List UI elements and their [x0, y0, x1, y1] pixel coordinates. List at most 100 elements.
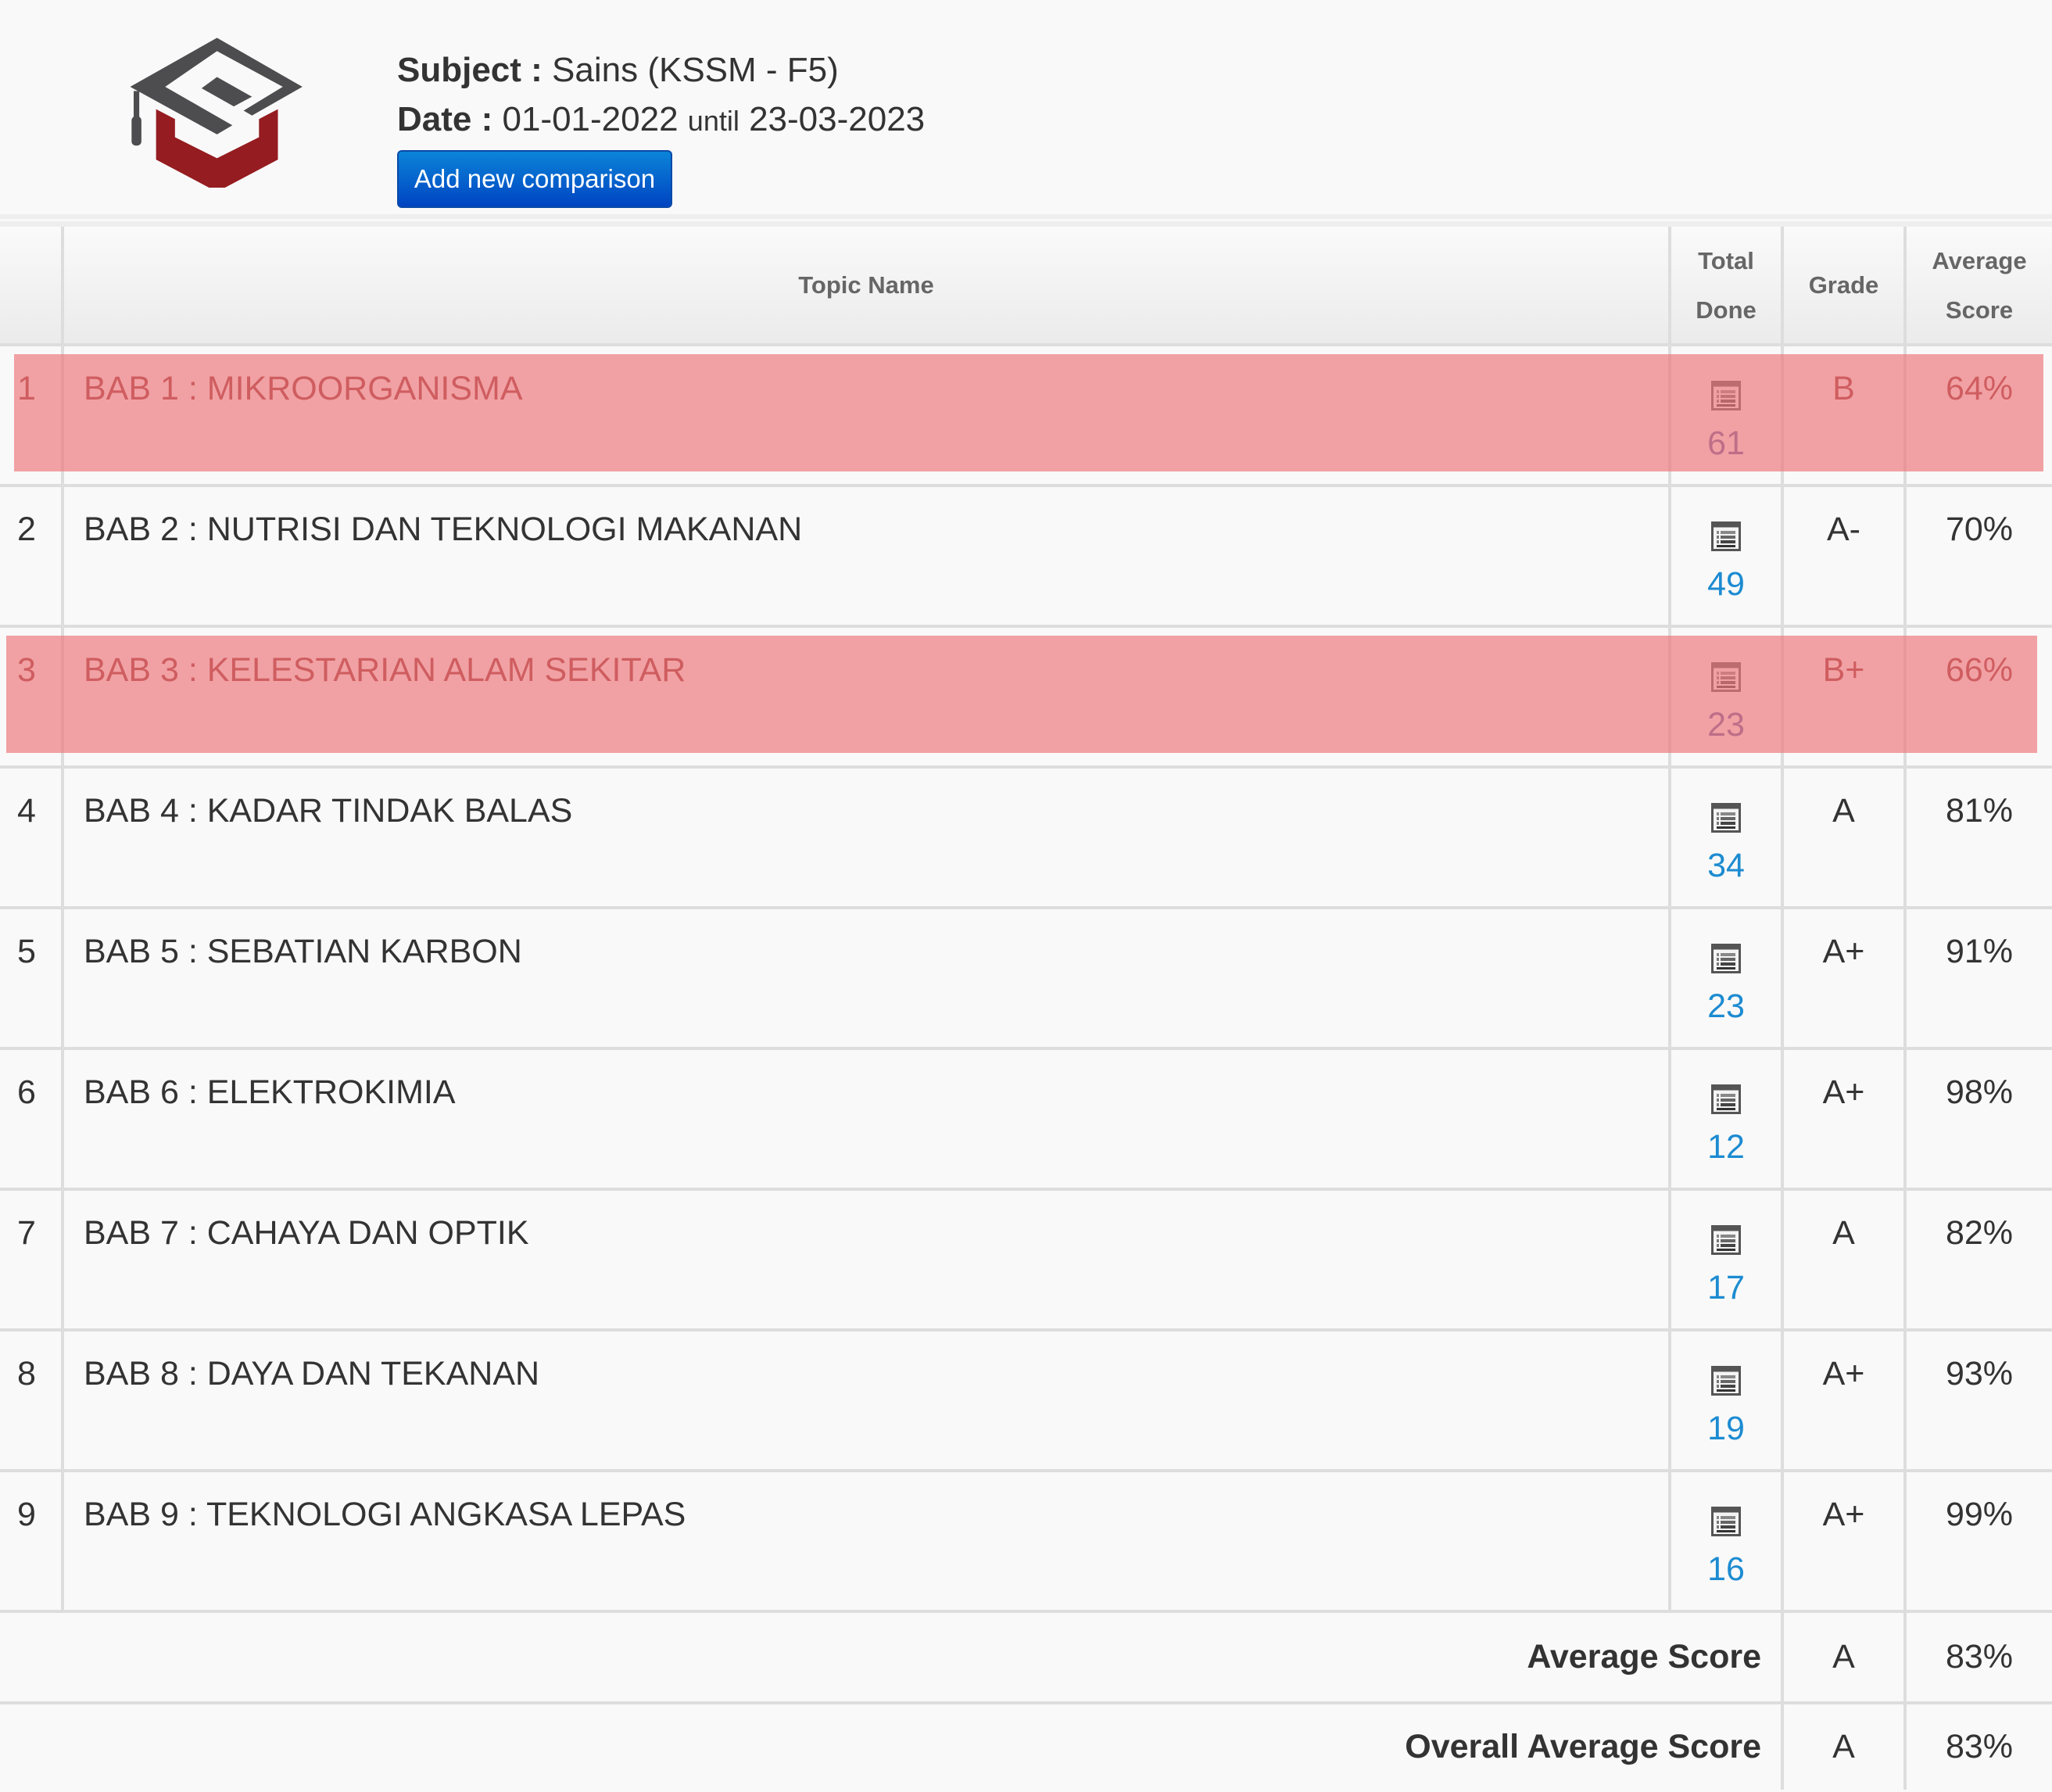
row-number: 9	[17, 1496, 36, 1533]
row-number: 3	[17, 651, 36, 689]
table-row[interactable]: 8 BAB 8 : DAYA DAN TEKANAN 19 A+ 93%	[0, 1330, 2052, 1472]
total-done-link[interactable]: 49	[1671, 561, 1781, 607]
grade-cell: B+	[1781, 626, 1905, 769]
total-done-link[interactable]: 16	[1671, 1546, 1781, 1593]
topic-name-cell: BAB 4 : KADAR TINDAK BALAS	[61, 767, 1670, 909]
total-done-link[interactable]: 23	[1671, 701, 1781, 748]
topic-name-cell: BAB 7 : CAHAYA DAN OPTIK	[61, 1189, 1670, 1331]
grade-cell: B	[1781, 345, 1905, 487]
row-number-cell: 8	[0, 1330, 63, 1472]
table-row[interactable]: 9 BAB 9 : TEKNOLOGI ANGKASA LEPAS 16 A+	[0, 1471, 2052, 1613]
average-score-label: Average Score	[0, 1611, 1782, 1704]
topic-name: BAB 5 : SEBATIAN KARBON	[84, 933, 522, 970]
grade-cell: A	[1781, 1189, 1905, 1331]
table-row[interactable]: 6 BAB 6 : ELEKTROKIMIA 12 A+ 98%	[0, 1048, 2052, 1191]
row-number: 5	[17, 933, 36, 970]
total-done-link[interactable]: 61	[1671, 420, 1781, 467]
average-score-cell: 70%	[1903, 486, 2052, 628]
total-done-cell: 34	[1668, 767, 1782, 909]
average-score-value: 70%	[1945, 511, 2014, 548]
subject-label: Subject :	[397, 51, 543, 89]
average-score-value: 82%	[1945, 1214, 2014, 1252]
list-icon[interactable]	[1711, 1506, 1741, 1536]
grade-cell: A+	[1781, 1471, 1905, 1613]
topic-name-cell: BAB 1 : MIKROORGANISMA	[61, 345, 1670, 487]
date-until-word: until	[687, 105, 740, 137]
topic-score-table: Topic Name Total Done Grade Average Scor…	[0, 227, 2052, 1790]
date-to: 23-03-2023	[749, 100, 926, 138]
subject-line: Subject : Sains (KSSM - F5)	[397, 45, 925, 95]
row-number-cell: 9	[0, 1471, 63, 1613]
row-number-cell: 4	[0, 767, 63, 909]
row-number-cell: 3	[0, 626, 63, 769]
average-score-value: 93%	[1945, 1355, 2014, 1392]
subject-value: Sains (KSSM - F5)	[552, 51, 839, 89]
total-done-link[interactable]: 19	[1671, 1405, 1781, 1452]
total-done-link[interactable]: 23	[1671, 983, 1781, 1030]
column-header-topic-name[interactable]: Topic Name	[61, 227, 1670, 346]
average-score-value: 99%	[1945, 1496, 2014, 1533]
average-score-cell: 64%	[1903, 345, 2052, 487]
column-header-number[interactable]	[0, 227, 63, 346]
row-number: 1	[17, 370, 36, 407]
table-row[interactable]: 4 BAB 4 : KADAR TINDAK BALAS 34 A 81%	[0, 767, 2052, 909]
overall-average-score-value: 83%	[1903, 1703, 2052, 1790]
average-score-value: 66%	[1945, 651, 2014, 689]
table-row[interactable]: 1 BAB 1 : MIKROORGANISMA 61 B 64%	[0, 345, 2052, 487]
graduation-cap-logo	[130, 38, 303, 188]
average-score-value: 64%	[1945, 370, 2014, 407]
row-number-cell: 7	[0, 1189, 63, 1331]
column-header-average-score[interactable]: Average Score	[1903, 227, 2052, 346]
total-done-cell: 23	[1668, 626, 1782, 769]
divider	[0, 214, 2052, 219]
row-number-cell: 5	[0, 908, 63, 1050]
grade-value: B+	[1822, 651, 1865, 689]
logo-s-hook	[201, 77, 252, 107]
list-icon[interactable]	[1711, 521, 1741, 551]
total-done-cell: 12	[1668, 1048, 1782, 1191]
average-score-value: 91%	[1945, 933, 2014, 970]
row-number: 6	[17, 1073, 36, 1111]
grade-value: A-	[1827, 511, 1860, 548]
column-header-grade[interactable]: Grade	[1781, 227, 1905, 346]
divider	[0, 221, 2052, 227]
table-row[interactable]: 3 BAB 3 : KELESTARIAN ALAM SEKITAR 23 B+	[0, 626, 2052, 769]
grade-cell: A	[1781, 767, 1905, 909]
list-icon[interactable]	[1711, 661, 1741, 692]
list-icon[interactable]	[1711, 1084, 1741, 1114]
topic-name: BAB 6 : ELEKTROKIMIA	[84, 1073, 456, 1111]
average-score-row: Average Score A 83%	[0, 1611, 2052, 1704]
list-icon[interactable]	[1711, 1365, 1741, 1396]
column-header-average-score-line1: Average	[1932, 246, 2027, 274]
total-done-cell: 49	[1668, 486, 1782, 628]
table-row[interactable]: 2 BAB 2 : NUTRISI DAN TEKNOLOGI MAKANAN …	[0, 486, 2052, 628]
average-score-value: 81%	[1945, 792, 2014, 830]
overall-average-score-row: Overall Average Score A 83%	[0, 1703, 2052, 1790]
average-score-grade: A	[1781, 1611, 1905, 1704]
grade-value: A+	[1822, 1355, 1865, 1392]
topic-name-cell: BAB 6 : ELEKTROKIMIA	[61, 1048, 1670, 1191]
total-done-link[interactable]: 17	[1671, 1264, 1781, 1311]
date-line: Date : 01-01-2022 until 23-03-2023	[397, 95, 925, 145]
logo-tassel	[131, 116, 141, 146]
overall-average-score-grade: A	[1781, 1703, 1905, 1790]
table-row[interactable]: 5 BAB 5 : SEBATIAN KARBON 23 A+ 91%	[0, 908, 2052, 1050]
list-icon[interactable]	[1711, 1224, 1741, 1255]
grade-value: A+	[1822, 1496, 1865, 1533]
list-icon[interactable]	[1711, 802, 1741, 833]
total-done-cell: 61	[1668, 345, 1782, 487]
add-new-comparison-button[interactable]: Add new comparison	[397, 150, 672, 208]
average-score-cell: 98%	[1903, 1048, 2052, 1191]
topic-name: BAB 8 : DAYA DAN TEKANAN	[84, 1355, 540, 1392]
column-header-total-done-line2: Done	[1696, 296, 1757, 324]
grade-cell: A+	[1781, 1330, 1905, 1472]
column-header-total-done[interactable]: Total Done	[1668, 227, 1782, 346]
list-icon[interactable]	[1711, 380, 1741, 410]
list-icon[interactable]	[1711, 943, 1741, 973]
date-from: 01-01-2022	[502, 100, 679, 138]
grade-value: A+	[1822, 933, 1865, 970]
table-row[interactable]: 7 BAB 7 : CAHAYA DAN OPTIK 17 A 82%	[0, 1189, 2052, 1331]
topic-name: BAB 7 : CAHAYA DAN OPTIK	[84, 1214, 529, 1252]
total-done-link[interactable]: 12	[1671, 1124, 1781, 1170]
total-done-link[interactable]: 34	[1671, 842, 1781, 889]
